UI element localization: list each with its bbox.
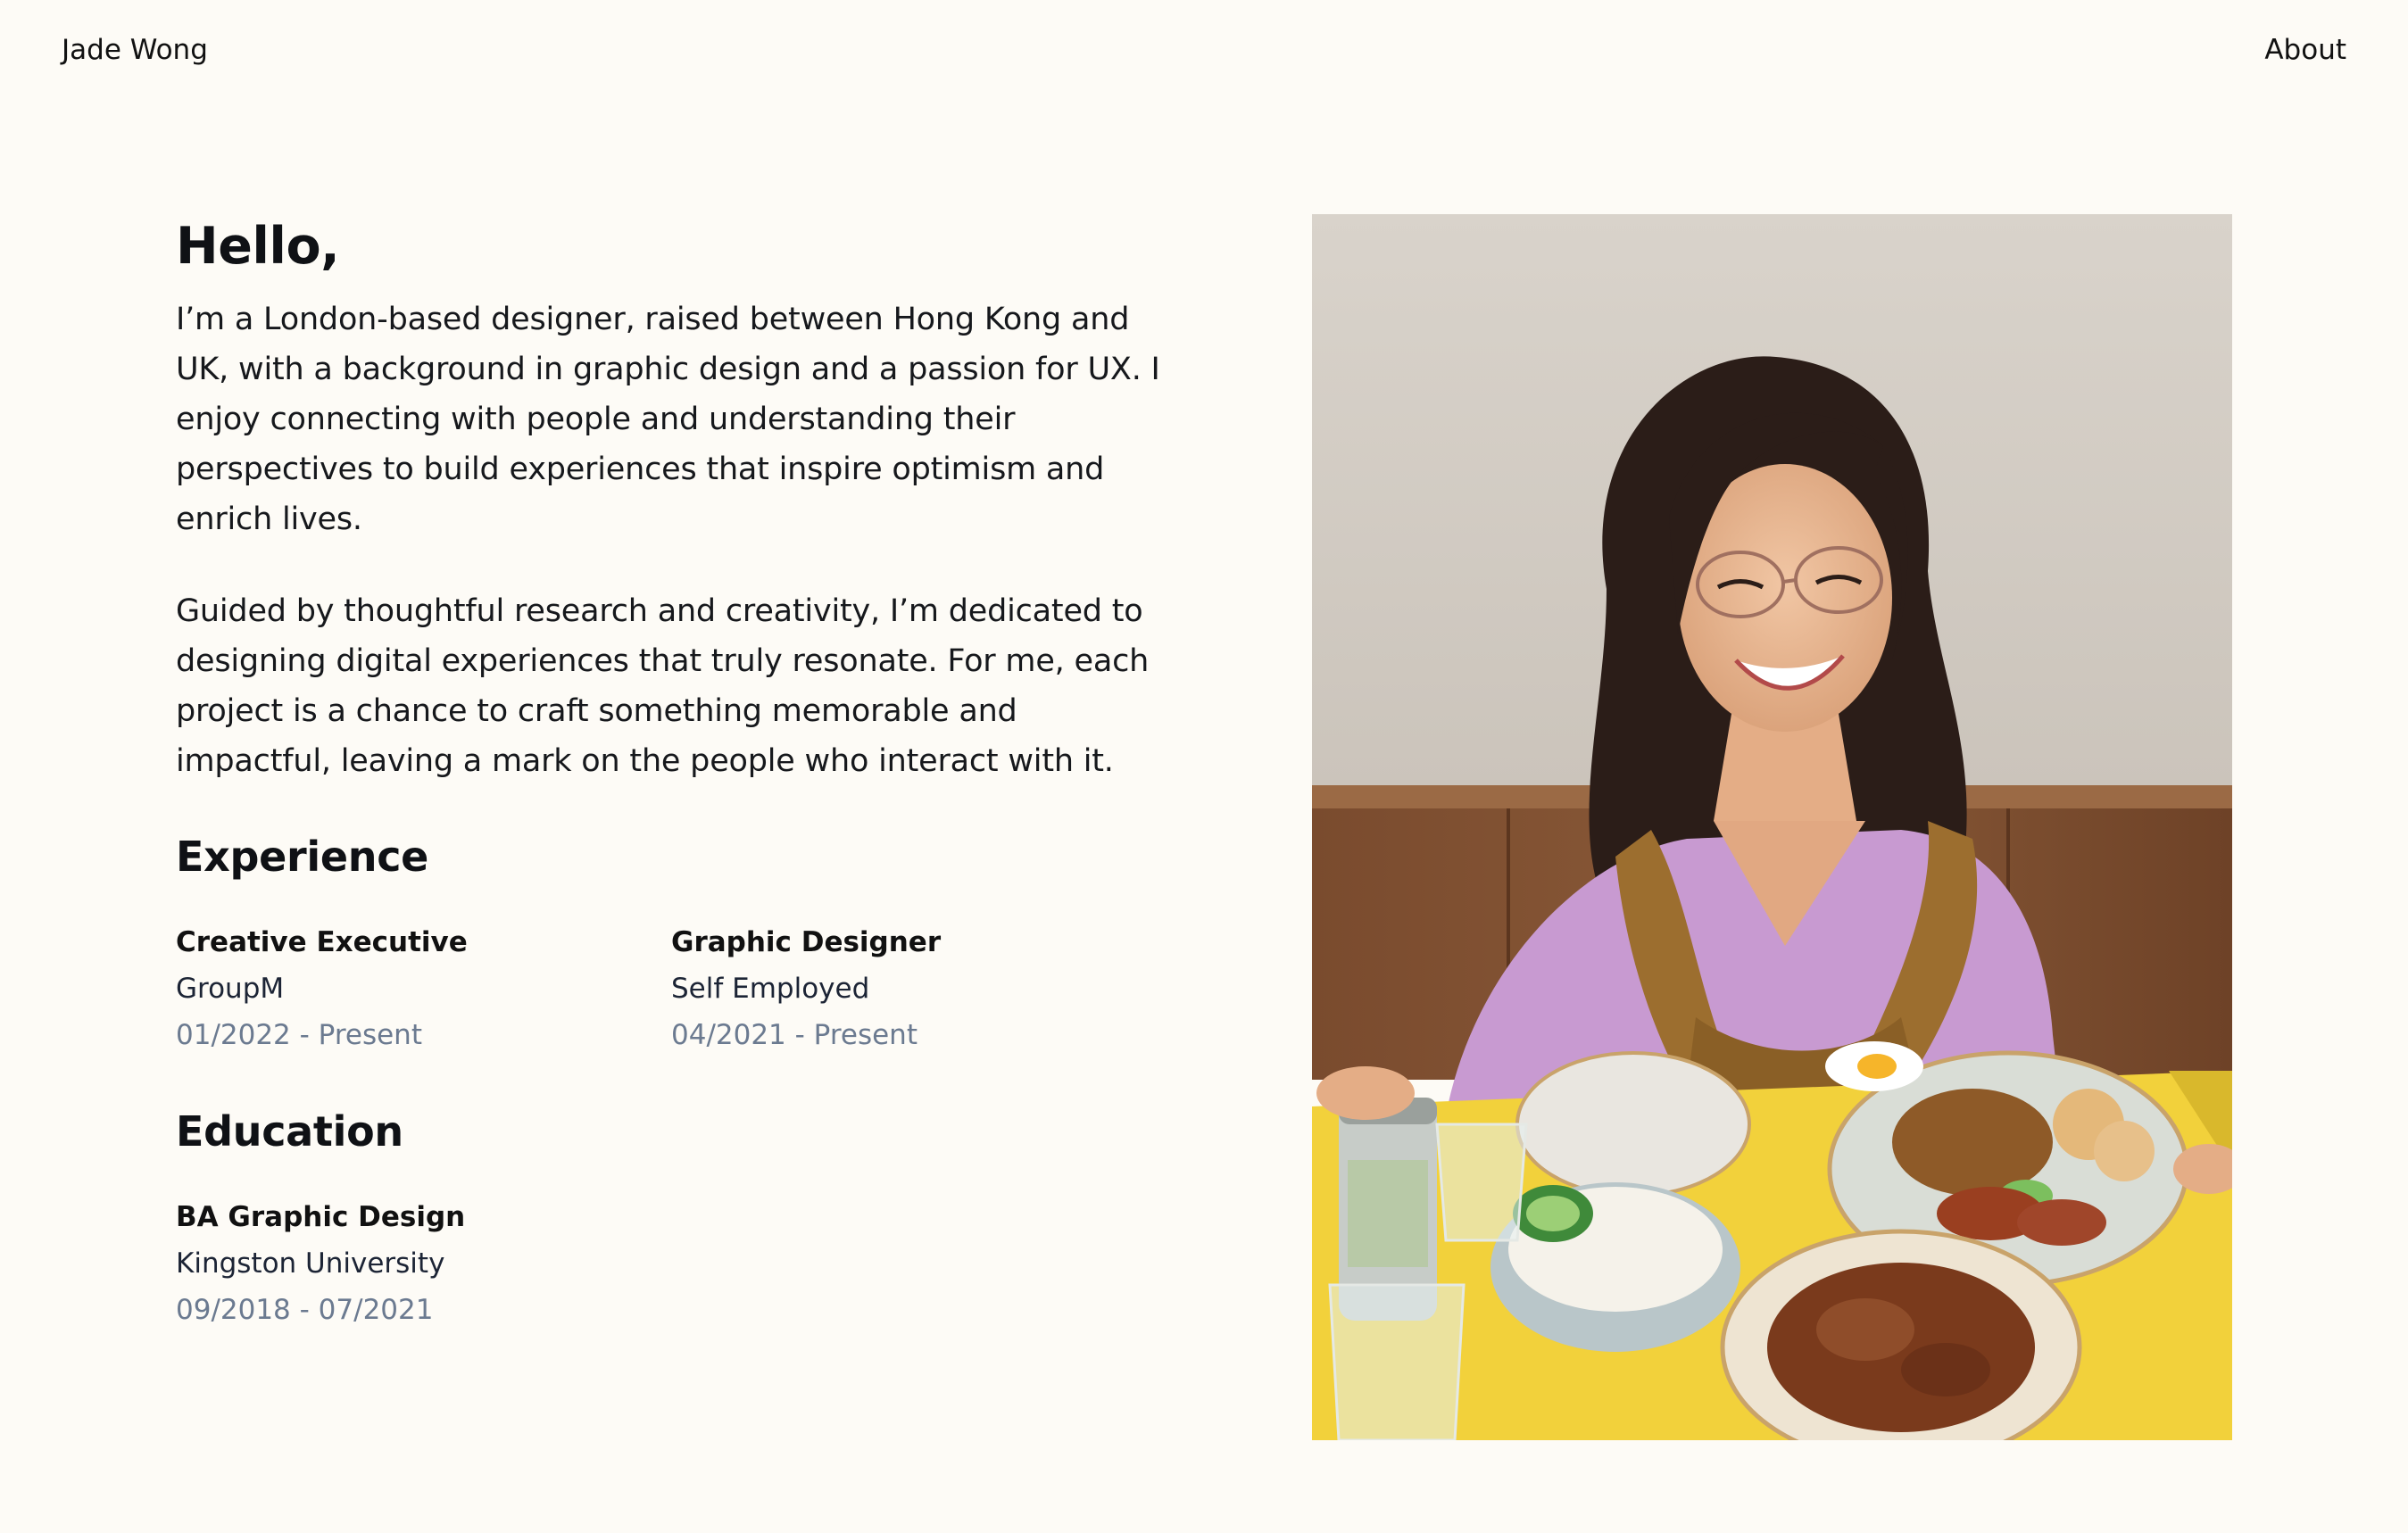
experience-item: Creative Executive GroupM 01/2022 - Pres…	[176, 919, 671, 1058]
date-range: 04/2021 - Present	[671, 1019, 918, 1051]
date-range: 09/2018 - 07/2021	[176, 1294, 434, 1326]
education-item: BA Graphic Design Kingston University 09…	[176, 1194, 676, 1333]
about-content: Hello, I’m a London-based designer, rais…	[176, 216, 1167, 1333]
employer: GroupM	[176, 973, 285, 1005]
site-name-link[interactable]: Jade Wong	[62, 32, 208, 68]
job-title: Creative Executive	[176, 926, 468, 958]
portrait-photo	[1312, 214, 2232, 1440]
experience-list: Creative Executive GroupM 01/2022 - Pres…	[176, 919, 1167, 1058]
greeting-heading: Hello,	[176, 217, 340, 276]
degree-title: BA Graphic Design	[176, 1201, 466, 1233]
job-title: Graphic Designer	[671, 926, 942, 958]
education-list: BA Graphic Design Kingston University 09…	[176, 1194, 1167, 1333]
experience-heading: Experience	[176, 833, 429, 881]
date-range: 01/2022 - Present	[176, 1019, 422, 1051]
education-heading: Education	[176, 1107, 403, 1156]
bio-paragraph: Guided by thoughtful research and creati…	[176, 593, 1150, 779]
experience-item: Graphic Designer Self Employed 04/2021 -…	[671, 919, 1167, 1058]
portrait-illustration	[1312, 214, 2232, 1440]
employer: Self Employed	[671, 973, 870, 1005]
institution: Kingston University	[176, 1247, 445, 1280]
bio-paragraph: I’m a London-based designer, raised betw…	[176, 302, 1160, 537]
nav-about-link[interactable]: About	[2264, 32, 2346, 68]
